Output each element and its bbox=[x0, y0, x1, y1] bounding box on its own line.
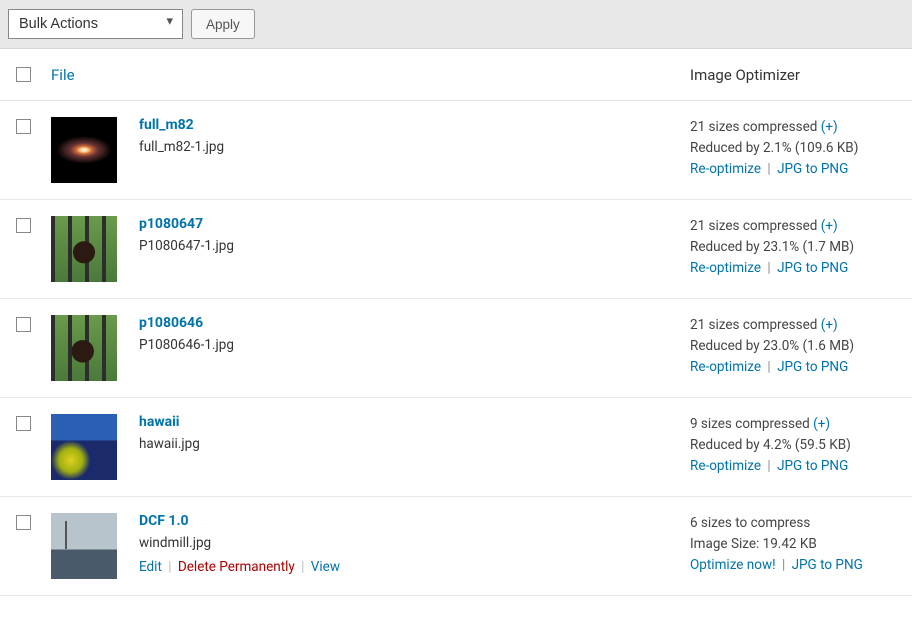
bulk-actions-select[interactable]: Bulk Actions bbox=[8, 9, 183, 39]
file-title[interactable]: p1080646 bbox=[139, 315, 234, 331]
thumbnail[interactable] bbox=[51, 315, 117, 381]
action-a-link[interactable]: Optimize now! bbox=[690, 557, 776, 573]
action-a-link[interactable]: Re-optimize bbox=[690, 458, 761, 474]
file-title[interactable]: DCF 1.0 bbox=[139, 513, 340, 529]
thumbnail[interactable] bbox=[51, 414, 117, 480]
action-a-link[interactable]: Re-optimize bbox=[690, 161, 761, 177]
select-all-checkbox[interactable] bbox=[16, 67, 31, 82]
action-b-link[interactable]: JPG to PNG bbox=[792, 557, 863, 573]
sizes-compressed: 21 sizes compressed bbox=[690, 317, 821, 333]
file-title[interactable]: p1080647 bbox=[139, 216, 234, 232]
reduced-by: Image Size: 19.42 KB bbox=[690, 534, 902, 555]
file-title[interactable]: hawaii bbox=[139, 414, 200, 430]
apply-button[interactable]: Apply bbox=[191, 9, 255, 39]
row-checkbox[interactable] bbox=[16, 416, 31, 431]
sizes-compressed: 9 sizes compressed bbox=[690, 416, 813, 432]
expand-plus[interactable]: (+) bbox=[813, 416, 830, 432]
table-row: hawaii hawaii.jpg Edit | Delete Permanen… bbox=[0, 398, 912, 497]
table-row: p1080647 P1080647-1.jpg Edit | Delete Pe… bbox=[0, 200, 912, 299]
action-b-link[interactable]: JPG to PNG bbox=[777, 161, 848, 177]
row-checkbox[interactable] bbox=[16, 515, 31, 530]
thumbnail[interactable] bbox=[51, 216, 117, 282]
action-b-link[interactable]: JPG to PNG bbox=[777, 359, 848, 375]
file-title[interactable]: full_m82 bbox=[139, 117, 224, 133]
sizes-compressed: 21 sizes compressed bbox=[690, 218, 821, 234]
sizes-compressed: 21 sizes compressed bbox=[690, 119, 821, 135]
media-table: File Image Optimizer full_m82 full_m82-1… bbox=[0, 49, 912, 596]
column-header-optimizer: Image Optimizer bbox=[680, 49, 912, 101]
file-name: full_m82-1.jpg bbox=[139, 139, 224, 155]
row-checkbox[interactable] bbox=[16, 119, 31, 134]
action-a-link[interactable]: Re-optimize bbox=[690, 260, 761, 276]
row-checkbox[interactable] bbox=[16, 317, 31, 332]
bulk-toolbar: Bulk Actions Apply bbox=[0, 0, 912, 49]
reduced-by: Reduced by 23.0% (1.6 MB) bbox=[690, 336, 902, 357]
thumbnail[interactable] bbox=[51, 513, 117, 579]
table-row: DCF 1.0 windmill.jpg Edit | Delete Perma… bbox=[0, 497, 912, 596]
file-name: windmill.jpg bbox=[139, 535, 340, 551]
reduced-by: Reduced by 4.2% (59.5 KB) bbox=[690, 435, 902, 456]
column-header-file[interactable]: File bbox=[41, 49, 680, 101]
action-a-link[interactable]: Re-optimize bbox=[690, 359, 761, 375]
thumbnail[interactable] bbox=[51, 117, 117, 183]
sizes-compressed: 6 sizes to compress bbox=[690, 515, 810, 531]
delete-link[interactable]: Delete Permanently bbox=[178, 559, 295, 575]
row-actions: Edit | Delete Permanently | View bbox=[139, 559, 340, 575]
table-row: full_m82 full_m82-1.jpg Edit | Delete Pe… bbox=[0, 101, 912, 200]
edit-link[interactable]: Edit bbox=[139, 559, 162, 575]
row-checkbox[interactable] bbox=[16, 218, 31, 233]
expand-plus[interactable]: (+) bbox=[821, 317, 838, 333]
table-row: p1080646 P1080646-1.jpg Edit | Delete Pe… bbox=[0, 299, 912, 398]
file-name: P1080647-1.jpg bbox=[139, 238, 234, 254]
action-b-link[interactable]: JPG to PNG bbox=[777, 260, 848, 276]
expand-plus[interactable]: (+) bbox=[821, 119, 838, 135]
expand-plus[interactable]: (+) bbox=[821, 218, 838, 234]
reduced-by: Reduced by 2.1% (109.6 KB) bbox=[690, 138, 902, 159]
action-b-link[interactable]: JPG to PNG bbox=[777, 458, 848, 474]
reduced-by: Reduced by 23.1% (1.7 MB) bbox=[690, 237, 902, 258]
file-name: P1080646-1.jpg bbox=[139, 337, 234, 353]
file-name: hawaii.jpg bbox=[139, 436, 200, 452]
view-link[interactable]: View bbox=[311, 559, 340, 575]
